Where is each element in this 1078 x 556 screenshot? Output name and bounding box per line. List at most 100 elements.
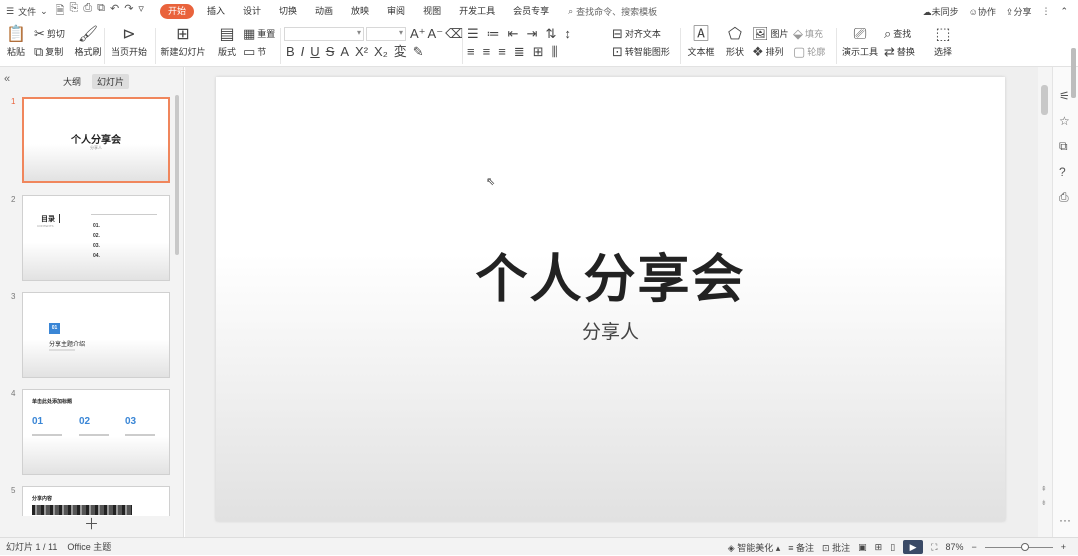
comment-button[interactable]: ⊡ 批注 — [822, 541, 850, 554]
tab-insert[interactable]: 插入 — [198, 0, 234, 22]
beautify-button[interactable]: ◈ 智能美化 ▴ — [728, 541, 780, 554]
picture-button[interactable]: 🖼 图片 — [752, 27, 789, 40]
preview-icon[interactable]: ⧉ — [97, 2, 105, 21]
backup-icon[interactable]: ⎙ — [1059, 190, 1069, 205]
next-slide-icon[interactable]: ⇟ — [1041, 499, 1047, 507]
shrink-font-icon[interactable]: A⁻ — [428, 27, 444, 40]
font-color-icon[interactable]: A — [340, 45, 349, 58]
outline-button[interactable]: ▢ 轮廓 — [793, 45, 825, 58]
text-direction-icon[interactable]: ⇅ — [545, 27, 556, 40]
presenter-tools-button[interactable]: ⎚ 演示工具 — [838, 25, 882, 58]
add-slide-icon[interactable]: ＋ — [84, 513, 99, 534]
decrease-indent-icon[interactable]: ⇤ — [508, 27, 519, 40]
replace-button[interactable]: ⇄ 替换 — [884, 45, 915, 58]
scroll-thumb[interactable] — [1041, 85, 1048, 115]
convert-smartart-button[interactable]: ⊡ 转智能图形 — [612, 45, 670, 58]
slide-subtitle[interactable]: 分享人 — [216, 317, 1005, 344]
current-slide[interactable]: 个人分享会 分享人 — [216, 77, 1005, 521]
tab-transition[interactable]: 切换 — [270, 0, 306, 22]
select-button[interactable]: ⬚ 选择 — [926, 25, 960, 58]
command-search[interactable]: ⌕ 查找命令、搜索模板 — [568, 5, 657, 18]
tab-slides[interactable]: 幻灯片 — [92, 74, 130, 89]
italic-icon[interactable]: I — [301, 45, 305, 58]
distribute-icon[interactable]: ⊞ — [533, 45, 544, 58]
thumbnail-5[interactable]: 分享内容 — [22, 486, 170, 516]
find-button[interactable]: ⌕ 查找 — [884, 27, 911, 40]
cut-button[interactable]: ✂ 剪切 — [34, 27, 65, 40]
zoom-slider-handle[interactable] — [1020, 542, 1029, 551]
align-right-icon[interactable]: ≡ — [498, 45, 506, 58]
clear-format-icon[interactable]: ⌫ — [445, 27, 463, 40]
line-spacing-icon[interactable]: ↕ — [564, 27, 571, 40]
highlight-icon[interactable]: ✎ — [413, 45, 424, 58]
outer-scrollbar[interactable] — [1071, 48, 1076, 98]
reading-view-icon[interactable]: ▯ — [890, 542, 895, 553]
slide-thumbnail[interactable]: 5 分享内容 — [0, 486, 176, 516]
zoom-out-icon[interactable]: − — [971, 542, 976, 552]
justify-icon[interactable]: ≣ — [514, 45, 525, 58]
bold-icon[interactable]: B — [286, 45, 295, 58]
phonetic-icon[interactable]: 変 — [394, 45, 407, 58]
font-family-select[interactable] — [284, 27, 364, 41]
subscript-icon[interactable]: X₂ — [374, 45, 388, 58]
numbered-list-icon[interactable]: ≔ — [487, 27, 500, 40]
section-button[interactable]: ▭ 节 — [243, 45, 266, 58]
print-icon[interactable]: ⎙ — [83, 2, 92, 21]
column-icon[interactable]: ⫼ — [552, 45, 558, 58]
zoom-slider[interactable] — [984, 542, 1053, 551]
tab-home[interactable]: 开始 — [159, 3, 194, 19]
arrange-button[interactable]: ❖ 排列 — [752, 45, 784, 58]
fill-button[interactable]: ⬙ 填充 — [793, 27, 823, 40]
shape-button[interactable]: ⬠ 形状 — [720, 25, 750, 58]
more-icon[interactable]: ··· — [1059, 513, 1071, 527]
zoom-level[interactable]: 87% — [945, 542, 963, 552]
panel-scrollbar[interactable] — [175, 95, 179, 255]
zoom-in-icon[interactable]: + — [1061, 542, 1066, 552]
thumbnail-4[interactable]: 单击此处添加标题 01 02 03 — [22, 389, 170, 475]
font-size-select[interactable] — [366, 27, 406, 41]
theme-name[interactable]: Office 主题 — [67, 540, 111, 553]
save-icon[interactable]: 🗎 — [56, 2, 65, 21]
grow-font-icon[interactable]: A⁺ — [410, 27, 426, 40]
align-text-button[interactable]: ⊟ 对齐文本 — [612, 27, 661, 40]
file-menu[interactable]: ☰ 文件 ⌄ — [0, 0, 48, 22]
format-painter-button[interactable]: 🖌 格式刷 — [68, 25, 108, 58]
tab-view[interactable]: 视图 — [414, 0, 450, 22]
sorter-view-icon[interactable]: ⊞ — [875, 542, 883, 553]
align-center-icon[interactable]: ≡ — [483, 45, 491, 58]
tab-design[interactable]: 设计 — [234, 0, 270, 22]
layout-button[interactable]: ▤ 版式 — [212, 25, 242, 58]
play-from-current-button[interactable]: ⊳ 当页开始 — [107, 25, 151, 58]
kebab-icon[interactable]: ⋮ — [1041, 6, 1050, 17]
sync-button[interactable]: ☁未同步 — [923, 5, 959, 18]
settings-sliders-icon[interactable]: ⚟ — [1059, 89, 1070, 103]
prev-slide-icon[interactable]: ⇞ — [1041, 485, 1047, 493]
slideshow-play-button[interactable]: ▶ — [903, 540, 924, 554]
redo-icon[interactable]: ↷ — [124, 2, 133, 21]
tab-review[interactable]: 审阅 — [378, 0, 414, 22]
strikethrough-icon[interactable]: S — [326, 45, 335, 58]
bullet-list-icon[interactable]: ☰ — [467, 27, 479, 40]
copy-button[interactable]: ⧉ 复制 — [34, 45, 63, 58]
tab-animation[interactable]: 动画 — [306, 0, 342, 22]
animation-icon[interactable]: ☆ — [1059, 114, 1070, 128]
thumbnail-2[interactable]: 目录 CONTENTS 01. 02. 03. 04. — [22, 195, 170, 281]
slide-title[interactable]: 个人分享会 — [216, 237, 1005, 312]
collapse-panel-icon[interactable]: « — [4, 73, 10, 85]
transition-icon[interactable]: ⧉ — [1059, 139, 1068, 154]
collapse-ribbon-icon[interactable]: ⌃ — [1060, 6, 1068, 17]
reset-button[interactable]: ▦ 重置 — [243, 27, 275, 40]
tab-slideshow[interactable]: 放映 — [342, 0, 378, 22]
textbox-button[interactable]: 🄰 文本框 — [683, 25, 719, 58]
canvas-scrollbar[interactable]: ⇞ ⇟ — [1038, 67, 1052, 537]
share-button[interactable]: ⇪分享 — [1006, 5, 1032, 18]
align-left-icon[interactable]: ≡ — [467, 45, 475, 58]
undo-icon[interactable]: ↶ — [110, 2, 119, 21]
notes-button[interactable]: ≡ 备注 — [788, 541, 814, 554]
collab-button[interactable]: ☺协作 — [969, 5, 996, 18]
more-icon[interactable]: ▿ — [138, 2, 144, 21]
paste-button[interactable]: 📋 粘贴 — [2, 25, 30, 58]
thumbnail-3[interactable]: 01 分享主题介绍 — [22, 292, 170, 378]
thumbnail-1[interactable]: 个人分享会 分享人 — [22, 97, 170, 183]
underline-icon[interactable]: U — [310, 45, 319, 58]
